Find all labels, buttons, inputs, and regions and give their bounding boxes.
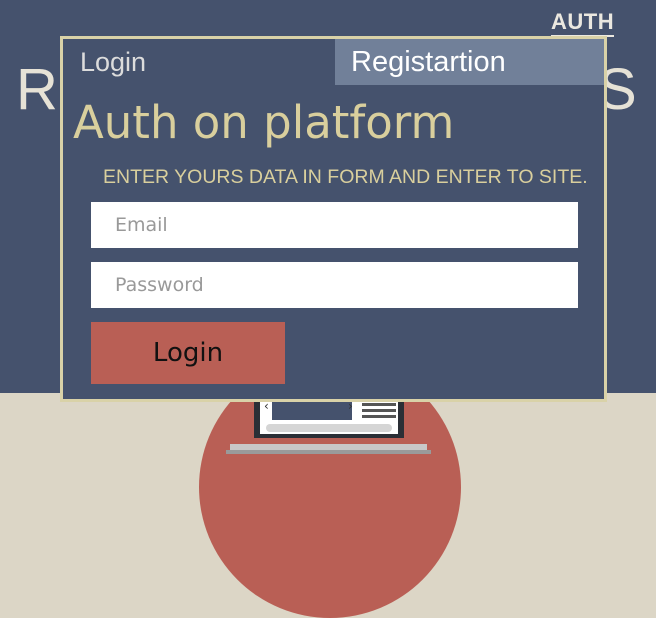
laptop-icon: ‹ › bbox=[226, 392, 431, 454]
tab-registration[interactable]: Registartion bbox=[335, 39, 604, 85]
modal-subtitle: ENTER YOURS DATA IN FORM AND ENTER TO SI… bbox=[103, 166, 588, 188]
modal-title: Auth on platform bbox=[73, 96, 455, 149]
auth-link[interactable]: AUTH bbox=[551, 9, 615, 37]
password-field[interactable] bbox=[91, 262, 578, 308]
login-button[interactable]: Login bbox=[91, 322, 285, 384]
auth-modal: Login Registartion Auth on platform ENTE… bbox=[60, 36, 607, 402]
email-field[interactable] bbox=[91, 202, 578, 248]
tab-login[interactable]: Login bbox=[63, 39, 335, 85]
background-heading-letter-left: R bbox=[16, 57, 58, 122]
